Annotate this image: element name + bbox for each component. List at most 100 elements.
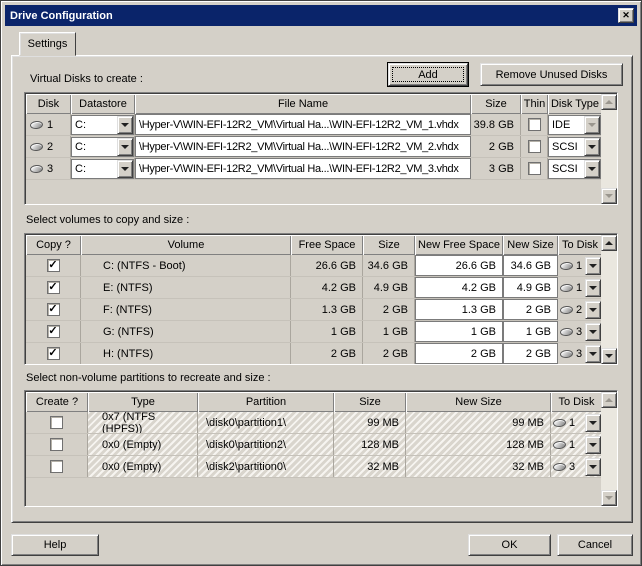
new-size-cell[interactable]: 1 GB — [503, 321, 558, 342]
scroll-up-icon[interactable] — [601, 392, 617, 408]
new-free-space-cell[interactable]: 2 GB — [415, 343, 503, 364]
chevron-down-icon[interactable] — [117, 160, 133, 178]
thin-checkbox[interactable] — [528, 162, 541, 175]
chevron-down-icon[interactable] — [585, 323, 601, 341]
tab-settings[interactable]: Settings — [19, 32, 76, 56]
datastore-value: C: — [72, 163, 117, 175]
scrollbar-track[interactable] — [601, 110, 617, 188]
chevron-down-icon[interactable] — [585, 414, 601, 432]
datastore-select[interactable]: C: — [71, 159, 134, 179]
vertical-scrollbar[interactable] — [601, 235, 617, 364]
disk-type-value: IDE — [549, 119, 584, 131]
scroll-up-icon[interactable] — [601, 94, 617, 110]
create-checkbox[interactable] — [50, 416, 63, 429]
datastore-cell: C: — [71, 158, 135, 179]
volumes-table: Copy ? Volume Free Space Size New Free S… — [24, 233, 618, 365]
disk-icon — [560, 305, 574, 314]
scroll-up-icon[interactable] — [601, 235, 617, 251]
close-icon[interactable]: ✕ — [618, 8, 634, 23]
volume-name-cell: G: (NTFS) — [81, 321, 291, 342]
new-free-space-cell[interactable]: 1 GB — [415, 321, 503, 342]
add-button[interactable]: Add — [388, 63, 468, 86]
copy-checkbox[interactable] — [47, 325, 60, 338]
to-disk-cell: 1 — [558, 277, 601, 298]
remove-button-label: Remove Unused Disks — [496, 69, 608, 81]
disk-type-select[interactable]: SCSI — [548, 137, 601, 157]
vertical-scrollbar[interactable] — [601, 94, 617, 204]
scrollbar-track[interactable] — [601, 408, 617, 490]
scroll-down-icon[interactable] — [601, 490, 617, 506]
copy-checkbox[interactable] — [47, 303, 60, 316]
ok-button[interactable]: OK — [468, 534, 551, 556]
volume-name-cell: C: (NTFS - Boot) — [81, 255, 291, 276]
virtual-disk-row: 2 C: \Hyper-V\WIN-EFI-12R2_VM\Virtu — [26, 136, 601, 158]
partition-size-cell: 128 MB — [334, 434, 406, 455]
copy-checkbox[interactable] — [47, 259, 60, 272]
create-checkbox[interactable] — [50, 438, 63, 451]
header-type: Type — [88, 392, 198, 412]
partition-row: 0x7 (NTFS (HPFS)) \disk0\partition1\ 99 … — [26, 412, 601, 434]
copy-checkbox[interactable] — [47, 347, 60, 360]
new-size-cell[interactable]: 2 GB — [503, 299, 558, 320]
copy-cell — [26, 343, 81, 364]
chevron-down-icon[interactable] — [585, 279, 601, 297]
volume-row: E: (NTFS) 4.2 GB 4.9 GB 4.2 GB 4.9 GB 1 — [26, 277, 601, 299]
new-size-cell[interactable]: 4.9 GB — [503, 277, 558, 298]
disk-number: 1 — [47, 119, 53, 131]
header-disk-type: Disk Type — [548, 94, 601, 114]
volumes-header-row: Copy ? Volume Free Space Size New Free S… — [26, 235, 601, 255]
disk-type-select[interactable]: SCSI — [548, 159, 601, 179]
header-datastore: Datastore — [71, 94, 135, 114]
disk-icon — [553, 462, 567, 471]
cancel-button-label: Cancel — [578, 539, 612, 551]
help-button[interactable]: Help — [11, 534, 99, 556]
disk-icon — [30, 142, 44, 151]
volume-row: G: (NTFS) 1 GB 1 GB 1 GB 1 GB 3 — [26, 321, 601, 343]
chevron-down-icon[interactable] — [584, 160, 600, 178]
create-cell — [26, 412, 88, 433]
scroll-down-icon[interactable] — [601, 188, 617, 204]
chevron-down-icon[interactable] — [585, 436, 601, 454]
scroll-down-icon[interactable] — [601, 348, 617, 364]
file-name-cell[interactable]: \Hyper-V\WIN-EFI-12R2_VM\Virtual Ha...\W… — [135, 136, 471, 157]
vertical-scrollbar[interactable] — [601, 392, 617, 506]
chevron-down-icon[interactable] — [585, 458, 601, 476]
thin-checkbox[interactable] — [528, 118, 541, 131]
disk-type-select[interactable]: IDE — [548, 115, 601, 135]
chevron-down-icon[interactable] — [585, 301, 601, 319]
copy-checkbox[interactable] — [47, 281, 60, 294]
chevron-down-icon[interactable] — [584, 138, 600, 156]
remove-unused-disks-button[interactable]: Remove Unused Disks — [480, 63, 623, 86]
scrollbar-track[interactable] — [601, 251, 617, 348]
partitions-label: Select non-volume partitions to recreate… — [26, 372, 271, 384]
header-size: Size — [334, 392, 406, 412]
disk-type-value: SCSI — [549, 163, 584, 175]
disk-type-value: SCSI — [549, 141, 584, 153]
partition-type-cell: 0x0 (Empty) — [88, 456, 198, 477]
datastore-select[interactable]: C: — [71, 115, 134, 135]
chevron-down-icon[interactable] — [585, 257, 601, 275]
to-disk-number: 3 — [576, 348, 582, 360]
chevron-down-icon[interactable] — [117, 138, 133, 156]
copy-cell — [26, 321, 81, 342]
partition-path-cell: \disk0\partition1\ — [198, 412, 334, 433]
datastore-select[interactable]: C: — [71, 137, 134, 157]
new-free-space-cell[interactable]: 26.6 GB — [415, 255, 503, 276]
chevron-down-icon[interactable] — [584, 116, 600, 134]
create-checkbox[interactable] — [50, 460, 63, 473]
chevron-down-icon[interactable] — [585, 345, 601, 363]
new-free-space-cell[interactable]: 4.2 GB — [415, 277, 503, 298]
header-copy: Copy ? — [26, 235, 81, 255]
new-size-cell[interactable]: 34.6 GB — [503, 255, 558, 276]
cancel-button[interactable]: Cancel — [557, 534, 633, 556]
new-free-space-cell[interactable]: 1.3 GB — [415, 299, 503, 320]
header-new-size: New Size — [503, 235, 558, 255]
disk-icon — [560, 283, 574, 292]
new-size-cell[interactable]: 2 GB — [503, 343, 558, 364]
header-to-disk: To Disk — [551, 392, 601, 412]
file-name-cell[interactable]: \Hyper-V\WIN-EFI-12R2_VM\Virtual Ha...\W… — [135, 158, 471, 179]
header-size: Size — [471, 94, 521, 114]
chevron-down-icon[interactable] — [117, 116, 133, 134]
thin-checkbox[interactable] — [528, 140, 541, 153]
file-name-cell[interactable]: \Hyper-V\WIN-EFI-12R2_VM\Virtual Ha...\W… — [135, 114, 471, 135]
